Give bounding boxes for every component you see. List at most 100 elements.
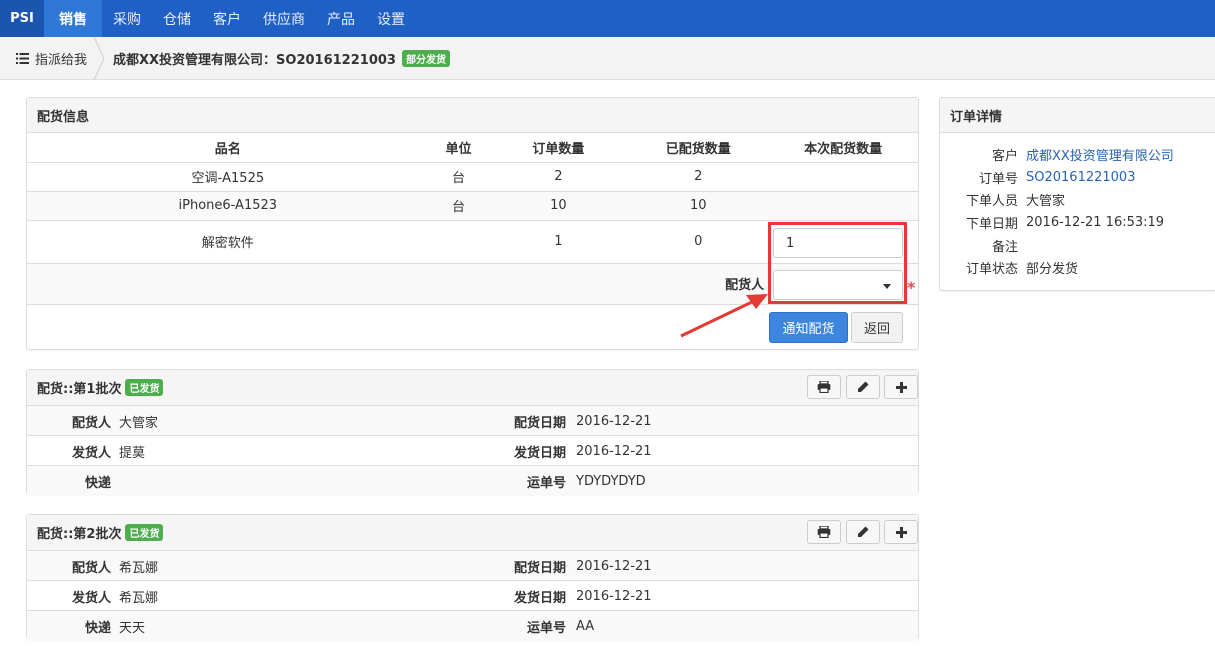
cell-order-qty: 10	[488, 191, 629, 221]
distributor-select[interactable]	[773, 270, 903, 300]
pencil-icon	[858, 381, 869, 392]
column-header-unit: 单位	[428, 133, 489, 163]
print-button[interactable]	[807, 520, 841, 544]
shipper-label: 发货人	[71, 590, 111, 606]
ship-date-value: 2016-12-21	[576, 588, 652, 604]
shipper-value: 希瓦娜	[119, 590, 159, 606]
cell-distributed-qty: 0	[628, 220, 769, 264]
detail-label: 下单日期	[965, 216, 1018, 232]
back-button[interactable]: 返回	[851, 312, 903, 343]
nav-item-product[interactable]: 产品	[316, 0, 366, 37]
batch-row: 发货人 提莫 发货日期 2016-12-21	[27, 436, 918, 466]
cell-name: iPhone6-A1523	[27, 191, 429, 221]
column-header-name: 品名	[27, 133, 429, 163]
this-qty-input[interactable]: 1	[773, 228, 903, 258]
table-row: 空调-A1525 台 2 2	[27, 162, 918, 192]
annotation-arrow-icon	[680, 294, 768, 338]
distributor-value: 希瓦娜	[119, 560, 159, 576]
top-navbar: PSI 销售 采购 仓储 客户 供应商 产品 设置	[0, 0, 1215, 37]
print-icon	[817, 526, 831, 538]
order-number-link[interactable]: SO20161221003	[1026, 170, 1135, 185]
detail-row-status: 订单状态 部分发货	[940, 256, 1215, 278]
print-button[interactable]	[807, 375, 841, 399]
detail-row-remark: 备注	[940, 234, 1215, 256]
status-badge: 部分发货	[401, 50, 450, 67]
cell-unit	[428, 220, 489, 264]
edit-button[interactable]	[846, 375, 880, 399]
detail-label: 客户	[991, 148, 1018, 164]
ship-date-label: 发货日期	[513, 445, 566, 461]
status-badge: 已发货	[125, 524, 164, 541]
batch-title: 配货::第1批次	[37, 382, 122, 397]
nav-item-warehouse[interactable]: 仓储	[152, 0, 202, 37]
required-asterisk: *	[907, 278, 916, 297]
nav-item-settings[interactable]: 设置	[366, 0, 416, 37]
column-header-this-qty: 本次配货数量	[768, 133, 918, 163]
batch-panel-1: 配货::第1批次 已发货 配货人 大管家 配货日期 2016-12-21 发货人…	[26, 369, 919, 496]
print-icon	[817, 381, 831, 393]
cell-order-qty: 2	[488, 162, 629, 192]
batch-row: 快递 运单号 YDYDYDYD	[27, 466, 918, 496]
distributor-picker-label-cell: 配货人	[27, 263, 769, 305]
batch-row: 发货人 希瓦娜 发货日期 2016-12-21	[27, 581, 918, 611]
tracking-value: YDYDYDYD	[576, 473, 646, 489]
distribution-panel-title: 配货信息	[27, 98, 918, 133]
shipper-value: 提莫	[119, 445, 146, 461]
brand-logo[interactable]: PSI	[0, 0, 44, 37]
customer-link[interactable]: 成都XX投资管理有限公司	[1026, 145, 1174, 164]
cell-distributed-qty: 2	[628, 162, 769, 192]
detail-row-date: 下单日期 2016-12-21 16:53:19	[940, 211, 1215, 233]
detail-label: 下单人员	[965, 193, 1018, 209]
batch-panel-header: 配货::第2批次 已发货	[27, 515, 918, 551]
distributor-label: 配货人	[71, 560, 111, 576]
batch-panel-header: 配货::第1批次 已发货	[27, 370, 918, 406]
edit-button[interactable]	[846, 520, 880, 544]
shipper-label: 发货人	[71, 445, 111, 461]
detail-row-customer: 客户 成都XX投资管理有限公司	[940, 143, 1215, 165]
page-title-text: 成都XX投资管理有限公司：SO20161221003	[113, 53, 396, 68]
detail-label: 备注	[991, 239, 1018, 255]
chevron-down-icon	[883, 284, 891, 289]
nav-item-purchase[interactable]: 采购	[102, 0, 152, 37]
distribution-date-value: 2016-12-21	[576, 558, 652, 574]
tracking-label: 运单号	[526, 620, 566, 636]
detail-value: 部分发货	[1026, 261, 1079, 277]
batch-title: 配货::第2批次	[37, 527, 122, 542]
detail-label: 订单号	[978, 171, 1018, 187]
courier-label: 快递	[84, 620, 111, 636]
distributor-label: 配货人	[71, 415, 111, 431]
breadcrumb-label: 指派给我	[35, 53, 88, 68]
order-detail-panel: 订单详情 客户 成都XX投资管理有限公司 订单号 SO20161221003 下…	[939, 97, 1215, 291]
tracking-label: 运单号	[526, 475, 566, 491]
nav-item-customer[interactable]: 客户	[202, 0, 252, 37]
notify-distribution-button[interactable]: 通知配货	[769, 312, 848, 343]
nav-item-sales[interactable]: 销售	[44, 0, 102, 37]
tracking-value: AA	[576, 618, 595, 634]
list-icon	[16, 53, 29, 64]
nav-item-supplier[interactable]: 供应商	[252, 0, 316, 37]
ship-date-label: 发货日期	[513, 590, 566, 606]
add-button[interactable]	[884, 375, 918, 399]
plus-icon	[895, 526, 907, 538]
cell-name: 空调-A1525	[27, 162, 429, 192]
detail-label: 订单状态	[965, 261, 1018, 277]
breadcrumb-item-assigned[interactable]: 指派给我	[16, 37, 87, 80]
add-button[interactable]	[884, 520, 918, 544]
courier-label: 快递	[84, 475, 111, 491]
distribution-date-label: 配货日期	[513, 415, 566, 431]
cell-this-qty	[768, 162, 918, 192]
batch-row: 快递 天天 运单号 AA	[27, 611, 918, 641]
detail-value: 大管家	[1026, 193, 1066, 209]
batch-row: 配货人 希瓦娜 配货日期 2016-12-21	[27, 551, 918, 581]
order-detail-title: 订单详情	[940, 98, 1215, 133]
detail-row-order-no: 订单号 SO20161221003	[940, 166, 1215, 188]
distribution-date-label: 配货日期	[513, 560, 566, 576]
breadcrumb-separator-icon	[93, 37, 105, 80]
courier-value: 天天	[119, 620, 146, 636]
pencil-icon	[858, 526, 869, 537]
table-header-row: 品名 单位 订单数量 已配货数量 本次配货数量	[27, 133, 918, 163]
breadcrumb: 指派给我 成都XX投资管理有限公司：SO20161221003 部分发货	[0, 37, 1215, 80]
distribution-date-value: 2016-12-21	[576, 413, 652, 429]
cell-distributed-qty: 10	[628, 191, 769, 221]
ship-date-value: 2016-12-21	[576, 443, 652, 459]
